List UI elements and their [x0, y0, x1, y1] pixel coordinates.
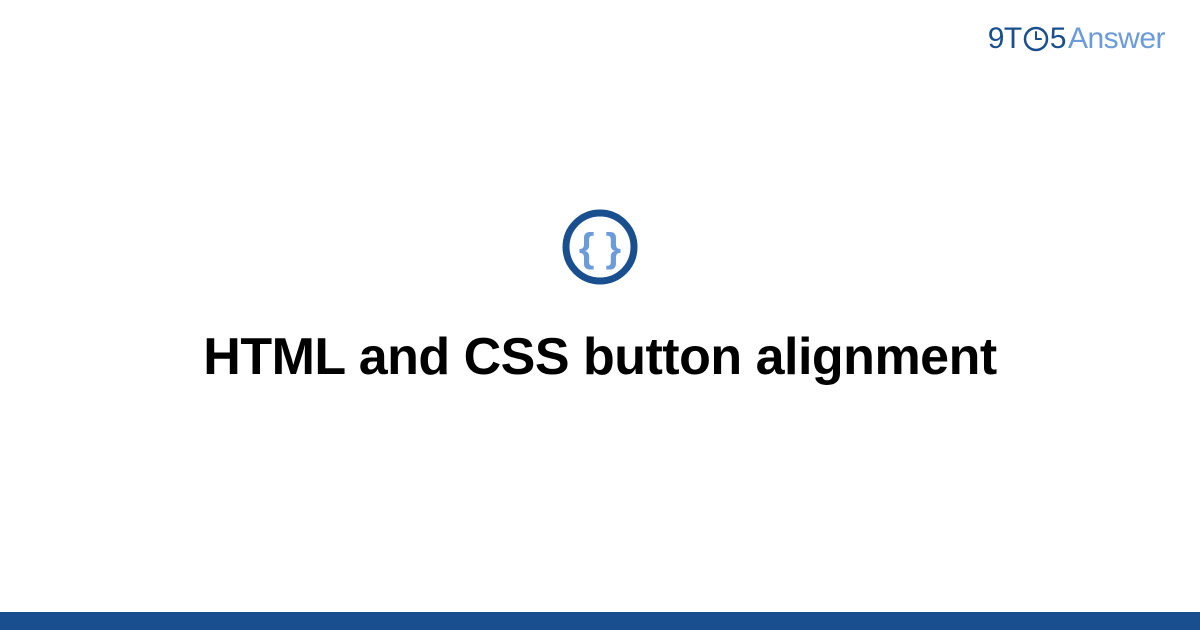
- site-logo: 9T 5 Answer: [988, 22, 1165, 56]
- clock-icon: [1023, 26, 1049, 52]
- footer-bar: [0, 612, 1200, 630]
- logo-text-9t: 9T: [988, 22, 1022, 56]
- svg-text:{ }: { }: [579, 226, 621, 270]
- braces-icon: { }: [560, 207, 640, 287]
- main-content: { } HTML and CSS button alignment: [0, 207, 1200, 387]
- logo-text-answer: Answer: [1068, 22, 1165, 56]
- logo-text-5: 5: [1050, 22, 1066, 56]
- page-title: HTML and CSS button alignment: [0, 327, 1200, 387]
